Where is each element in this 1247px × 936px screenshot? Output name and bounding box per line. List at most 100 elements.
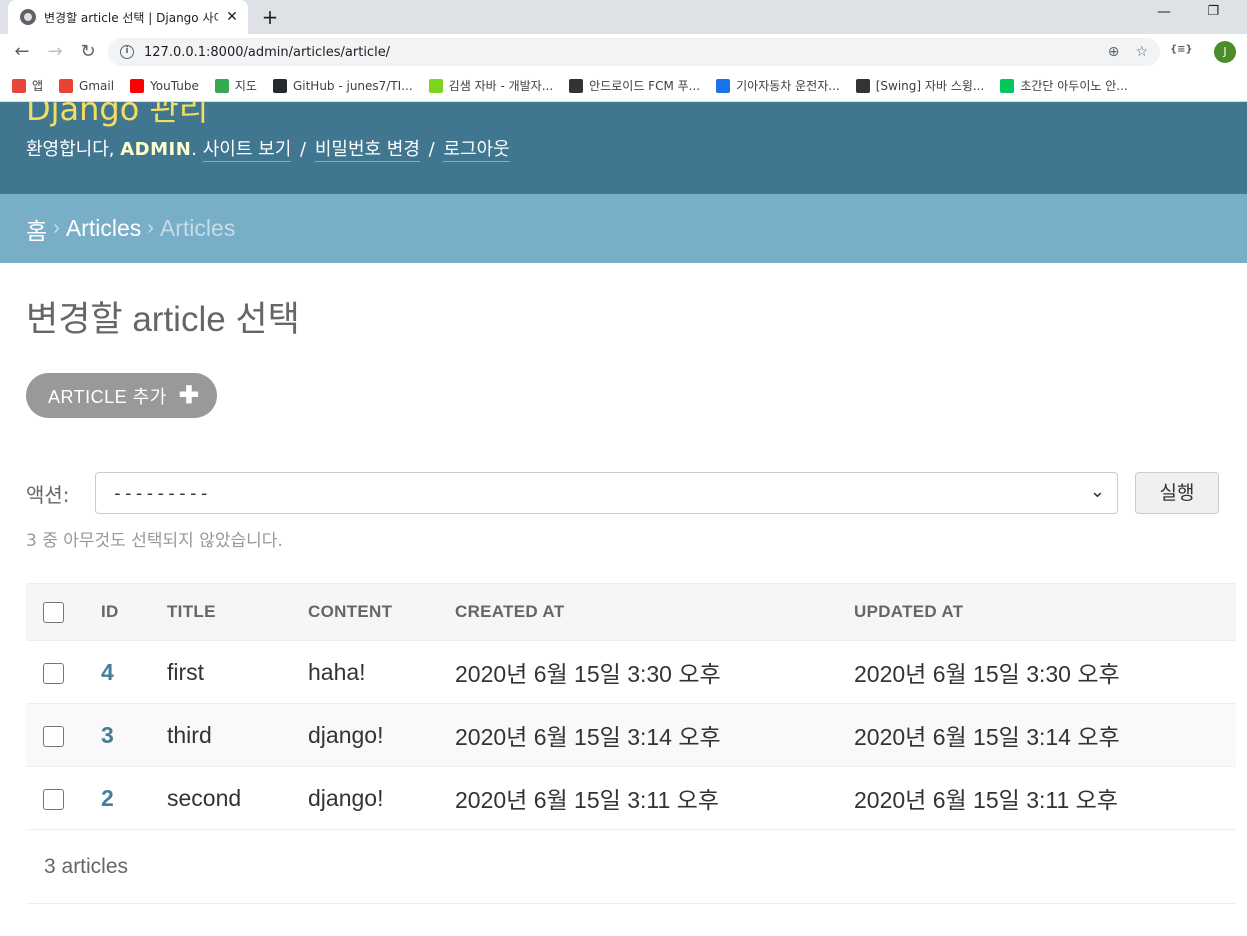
- reload-button[interactable]: ↻: [74, 38, 102, 66]
- id-cell: 3: [101, 703, 167, 767]
- bookmark-item[interactable]: 안드로이드 FCM 푸...: [569, 77, 700, 94]
- updated-at-cell: 2020년 6월 15일 3:30 오후: [854, 640, 1236, 704]
- bookmark-label: 기아자동차 운전자...: [736, 79, 840, 93]
- logout-link[interactable]: 로그아웃: [443, 139, 510, 162]
- bookmark-item[interactable]: GitHub - junes7/TI...: [272, 78, 413, 93]
- tistory-icon: [569, 78, 584, 93]
- separator: /: [428, 139, 435, 160]
- bookmark-item[interactable]: YouTube: [130, 78, 199, 93]
- content-cell: django!: [308, 766, 455, 830]
- extension-icon[interactable]: {≡}: [1170, 44, 1193, 55]
- selection-counter: 3 중 아무것도 선택되지 않았습니다.: [26, 531, 283, 551]
- created-at-cell: 2020년 6월 15일 3:11 오후: [455, 766, 854, 830]
- bookmark-item[interactable]: 초간단 아두이노 안...: [1000, 77, 1128, 94]
- separator: /: [300, 139, 307, 160]
- browser-tab-strip: 변경할 article 선택 | Django 사이트 관리 ✕ + — ❐: [0, 0, 1247, 34]
- table-row: 4 first haha! 2020년 6월 15일 3:30 오후 2020년…: [26, 640, 1236, 704]
- actions-selected-value: ---------: [112, 482, 210, 504]
- tistory-icon: [855, 78, 870, 93]
- bookmark-item[interactable]: Gmail: [59, 78, 114, 93]
- row-select-cell: [26, 766, 101, 830]
- column-header-updated-at[interactable]: UPDATED AT: [854, 583, 1236, 641]
- id-link[interactable]: 2: [101, 785, 114, 811]
- breadcrumb: 홈 › Articles › Articles: [0, 194, 1247, 263]
- tab-title: 변경할 article 선택 | Django 사이트 관리: [44, 10, 218, 25]
- star-icon[interactable]: ☆: [1135, 44, 1148, 60]
- breadcrumb-app[interactable]: Articles: [66, 215, 141, 242]
- row-select-cell: [26, 640, 101, 704]
- browser-tab[interactable]: 변경할 article 선택 | Django 사이트 관리 ✕: [8, 0, 248, 34]
- user-tools: 환영합니다, ADMIN. 사이트 보기 / 비밀번호 변경 / 로그아웃: [26, 139, 510, 162]
- bookmark-item[interactable]: [Swing] 자바 스윙...: [855, 77, 985, 94]
- bookmark-item[interactable]: 앱: [12, 77, 43, 94]
- column-header-content[interactable]: CONTENT: [308, 583, 455, 641]
- forward-button[interactable]: →: [41, 38, 69, 66]
- close-icon[interactable]: ✕: [224, 9, 240, 25]
- column-header-id[interactable]: ID: [101, 583, 167, 641]
- chevron-down-icon: ⌄: [1089, 481, 1105, 502]
- column-header-title[interactable]: TITLE: [167, 583, 308, 641]
- add-article-label: ARTICLE 추가: [48, 386, 167, 407]
- minimize-button[interactable]: —: [1157, 4, 1171, 20]
- table-row: 3 third django! 2020년 6월 15일 3:14 오후 202…: [26, 703, 1236, 767]
- change-password-link[interactable]: 비밀번호 변경: [314, 139, 420, 162]
- row-select-cell: [26, 703, 101, 767]
- view-site-link[interactable]: 사이트 보기: [202, 139, 292, 162]
- content-cell: haha!: [308, 640, 455, 704]
- bookmark-label: 지도: [234, 79, 257, 93]
- updated-at-cell: 2020년 6월 15일 3:11 오후: [854, 766, 1236, 830]
- chevron-right-icon: ›: [147, 217, 154, 239]
- breadcrumb-home[interactable]: 홈: [26, 212, 47, 246]
- bookmark-label: [Swing] 자바 스윙...: [875, 79, 985, 93]
- row-checkbox[interactable]: [43, 725, 64, 747]
- title-cell: second: [167, 766, 308, 830]
- blog-icon: [428, 78, 443, 93]
- github-icon: [272, 78, 287, 93]
- paginator: 3 articles: [26, 831, 1236, 904]
- select-all-checkbox[interactable]: [43, 601, 64, 623]
- site-brand[interactable]: Django 관리: [26, 102, 208, 130]
- bookmark-label: YouTube: [150, 78, 199, 93]
- bookmark-label: 김샘 자바 - 개발자...: [448, 79, 554, 93]
- url-text[interactable]: 127.0.0.1:8000/admin/articles/article/: [144, 45, 1092, 60]
- id-link[interactable]: 4: [101, 659, 114, 685]
- id-link[interactable]: 3: [101, 722, 114, 748]
- info-icon[interactable]: i: [120, 45, 134, 59]
- run-action-button[interactable]: 실행: [1135, 472, 1219, 514]
- actions-select[interactable]: --------- ⌄: [95, 472, 1118, 514]
- h-icon: [716, 78, 731, 93]
- bookmark-item[interactable]: 김샘 자바 - 개발자...: [428, 77, 554, 94]
- add-article-button[interactable]: ARTICLE 추가 ✚: [26, 373, 218, 418]
- address-bar[interactable]: i 127.0.0.1:8000/admin/articles/article/…: [108, 38, 1160, 66]
- bookmark-label: 안드로이드 FCM 푸...: [589, 79, 701, 93]
- id-cell: 4: [101, 640, 167, 704]
- bookmark-item[interactable]: 지도: [214, 77, 257, 94]
- created-at-cell: 2020년 6월 15일 3:30 오후: [455, 640, 854, 704]
- chevron-right-icon: ›: [53, 217, 60, 239]
- zoom-icon[interactable]: ⊕: [1108, 44, 1120, 60]
- browser-toolbar: ← → ↻ i 127.0.0.1:8000/admin/articles/ar…: [0, 34, 1247, 70]
- back-button[interactable]: ←: [8, 38, 36, 66]
- row-checkbox[interactable]: [43, 662, 64, 684]
- select-all-cell: [26, 583, 101, 641]
- created-at-cell: 2020년 6월 15일 3:14 오후: [455, 703, 854, 767]
- content-cell: django!: [308, 703, 455, 767]
- username: ADMIN: [120, 139, 192, 160]
- plus-icon: ✚: [178, 382, 200, 409]
- globe-icon: [20, 9, 36, 25]
- bookmark-item[interactable]: 기아자동차 운전자...: [716, 77, 840, 94]
- avatar[interactable]: J: [1214, 41, 1236, 63]
- title-cell: third: [167, 703, 308, 767]
- maps-pin-icon: [214, 78, 229, 93]
- maximize-button[interactable]: ❐: [1207, 4, 1219, 19]
- table-header-row: ID TITLE CONTENT CREATED AT UPDATED AT: [26, 583, 1236, 641]
- actions-label: 액션:: [26, 483, 70, 507]
- row-checkbox[interactable]: [43, 788, 64, 810]
- updated-at-cell: 2020년 6월 15일 3:14 오후: [854, 703, 1236, 767]
- id-cell: 2: [101, 766, 167, 830]
- apps-grid-icon: [12, 78, 26, 93]
- page-title: 변경할 article 선택: [26, 300, 300, 339]
- new-tab-button[interactable]: +: [258, 5, 282, 29]
- column-header-created-at[interactable]: CREATED AT: [455, 583, 854, 641]
- result-list-table: ID TITLE CONTENT CREATED AT UPDATED AT 4…: [26, 583, 1236, 830]
